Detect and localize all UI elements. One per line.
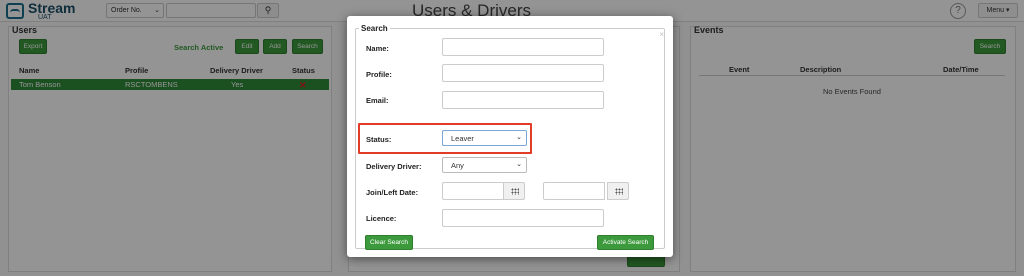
status-label: Status:	[366, 135, 392, 144]
join-date-from-picker[interactable]	[503, 182, 525, 200]
profile-label: Profile:	[366, 70, 392, 79]
search-fieldset: Search Name: Profile: Email: Status: Lea…	[355, 24, 665, 250]
status-select-value: Leaver	[451, 134, 474, 143]
calendar-icon	[615, 188, 623, 195]
name-label: Name:	[366, 44, 389, 53]
profile-field[interactable]	[442, 64, 604, 82]
join-date-to-picker[interactable]	[607, 182, 629, 200]
name-field[interactable]	[442, 38, 604, 56]
status-select[interactable]: Leaver ⌄	[442, 130, 527, 146]
join-left-date-label: Join/Left Date:	[366, 188, 419, 197]
delivery-driver-select[interactable]: Any ⌄	[442, 157, 527, 173]
clear-search-button[interactable]: Clear Search	[365, 235, 413, 250]
activate-search-button[interactable]: Activate Search	[597, 235, 654, 250]
chevron-down-icon: ⌄	[516, 161, 522, 168]
delivery-driver-value: Any	[451, 161, 464, 170]
licence-field[interactable]	[442, 209, 604, 227]
delivery-driver-label: Delivery Driver:	[366, 162, 422, 171]
licence-label: Licence:	[366, 214, 397, 223]
chevron-down-icon: ⌄	[516, 134, 522, 141]
search-legend: Search	[359, 24, 390, 33]
search-modal: × Search Name: Profile: Email: Status: L…	[347, 16, 673, 257]
email-field[interactable]	[442, 91, 604, 109]
join-date-from-field[interactable]	[442, 182, 504, 200]
join-date-to-field[interactable]	[543, 182, 605, 200]
email-label: Email:	[366, 96, 389, 105]
calendar-icon	[511, 188, 519, 195]
